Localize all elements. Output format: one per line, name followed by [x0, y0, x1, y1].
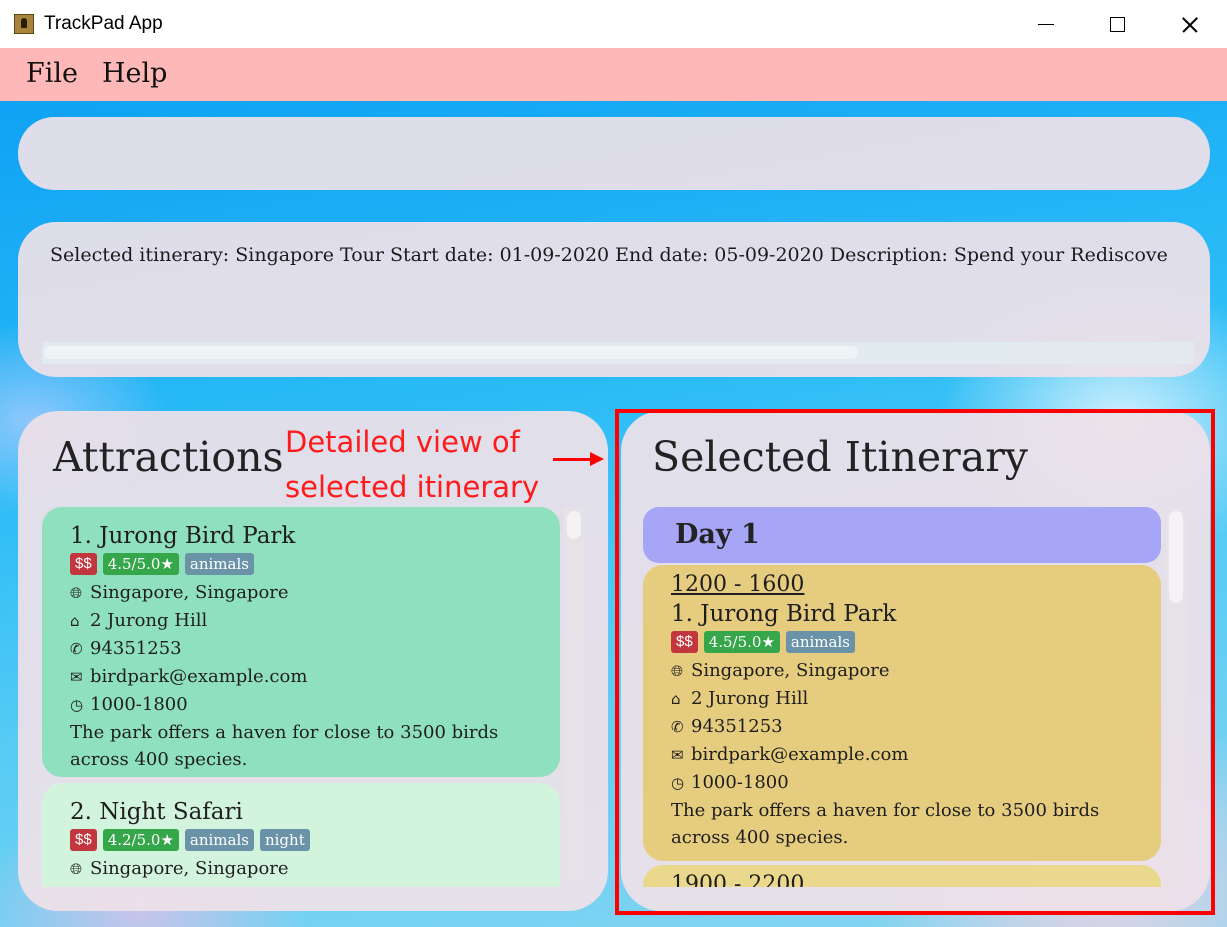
annotation-arrow-head — [590, 452, 604, 466]
annotation-line-2: selected itinerary — [285, 470, 540, 504]
maximize-button[interactable] — [1082, 0, 1154, 48]
close-button[interactable] — [1154, 0, 1226, 48]
attraction-name: 1. Jurong Bird Park — [70, 523, 296, 549]
category-tag: animals — [184, 553, 254, 575]
attraction-email: birdpark@example.com — [90, 666, 308, 687]
result-text: Selected itinerary: Singapore Tour Start… — [50, 244, 1168, 266]
menu-file[interactable]: File — [26, 58, 78, 89]
attraction-card[interactable]: 1. Jurong Bird Park $$ 4.5/5.0★ animals 🌐︎… — [42, 507, 560, 777]
annotation-callout: Detailed view of selected itinerary — [285, 420, 539, 510]
trackpad-app-icon — [14, 14, 34, 34]
phone-icon: ✆ — [70, 640, 83, 658]
command-input[interactable] — [18, 117, 1210, 190]
attraction-address: 2 Jurong Hill — [90, 610, 208, 631]
attraction-hours: 1000-1800 — [90, 694, 188, 715]
attraction-location: Singapore, Singapore — [90, 582, 289, 603]
attraction-location: Singapore, Singapore — [90, 858, 289, 879]
clock-icon: ◷ — [70, 696, 84, 714]
attractions-list[interactable]: 1. Jurong Bird Park $$ 4.5/5.0★ animals 🌐︎… — [42, 507, 560, 887]
attraction-description: The park offers a haven for close to 350… — [70, 722, 499, 770]
globe-icon: 🌐︎ — [70, 584, 83, 602]
category-tag: night — [259, 829, 310, 851]
rating-tag: 4.5/5.0★ — [102, 553, 179, 575]
window-title: TrackPad App — [44, 13, 163, 34]
highlight-box — [615, 409, 1215, 915]
attraction-card[interactable]: 2. Night Safari $$ 4.2/5.0★ animals night 🌐… — [42, 783, 560, 887]
rating-tag: 4.2/5.0★ — [102, 829, 179, 851]
attraction-phone: 94351253 — [90, 638, 182, 659]
window-titlebar: TrackPad App — [0, 0, 1227, 48]
annotation-line-1: Detailed view of — [285, 425, 520, 459]
category-tag: animals — [184, 829, 254, 851]
result-horizontal-scrollbar[interactable] — [42, 342, 1194, 364]
price-tag: $$ — [70, 553, 97, 575]
result-display: Selected itinerary: Singapore Tour Start… — [18, 222, 1210, 377]
result-scrollbar-thumb[interactable] — [44, 346, 858, 359]
home-icon: ⌂ — [70, 612, 80, 630]
attractions-scrollbar-thumb[interactable] — [567, 511, 581, 539]
attractions-scrollbar[interactable] — [564, 507, 584, 887]
minimize-button[interactable] — [1010, 0, 1082, 48]
price-tag: $$ — [70, 829, 97, 851]
globe-icon: 🌐︎ — [70, 860, 83, 878]
attractions-title: Attractions — [53, 433, 284, 481]
mail-icon: ✉ — [70, 668, 83, 686]
attraction-name: 2. Night Safari — [70, 799, 243, 825]
annotation-arrow-shaft — [553, 458, 591, 461]
menu-bar: File Help — [0, 48, 1227, 101]
menu-help[interactable]: Help — [102, 58, 167, 89]
